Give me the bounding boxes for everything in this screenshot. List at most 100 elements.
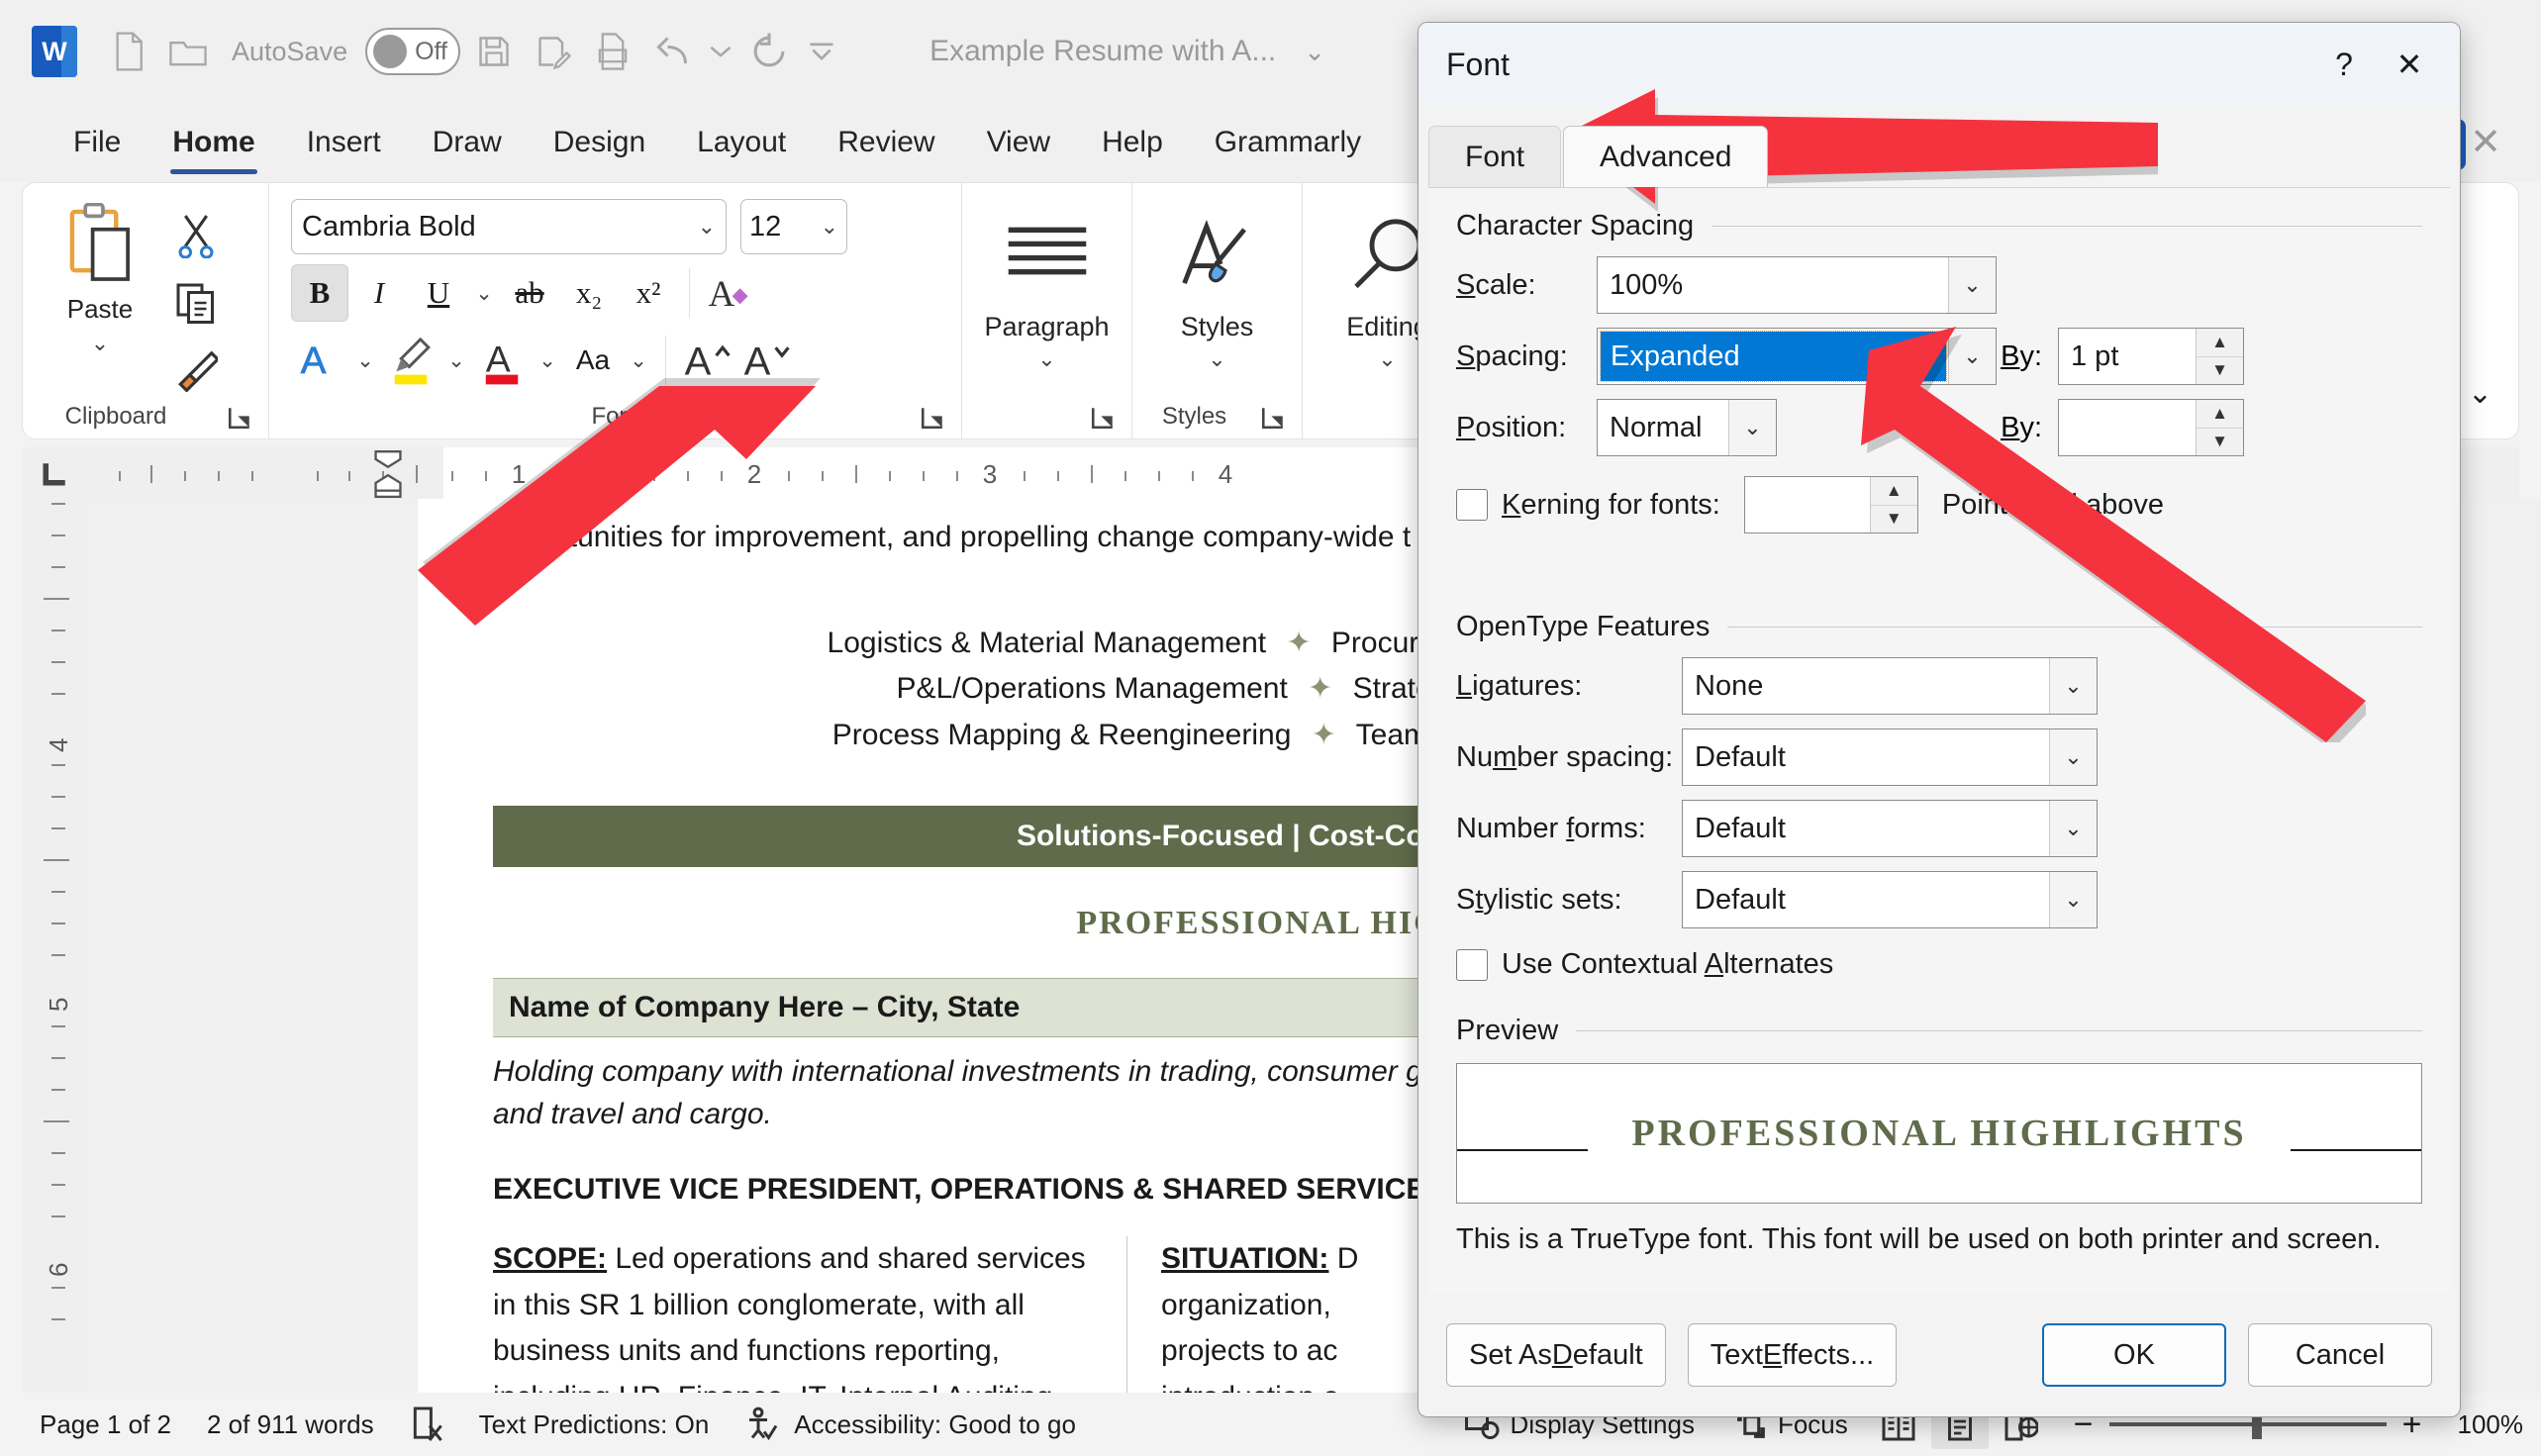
tab-stop-selector[interactable]: [22, 447, 89, 499]
tab-design[interactable]: Design: [528, 103, 671, 182]
undo-dropdown-icon[interactable]: [706, 26, 735, 77]
ribbon-group-styles[interactable]: Styles ⌄ Styles: [1131, 183, 1302, 438]
clipboard-dialog-launcher[interactable]: [227, 405, 252, 431]
tab-layout[interactable]: Layout: [671, 103, 812, 182]
underline-chevron-icon[interactable]: ⌄: [469, 264, 499, 322]
redo-icon[interactable]: [743, 26, 795, 77]
kerning-checkbox[interactable]: [1456, 489, 1488, 521]
contextual-alternates-checkbox[interactable]: [1456, 948, 1488, 981]
save-icon[interactable]: [468, 26, 520, 77]
autosave-toggle[interactable]: Off: [365, 28, 461, 75]
kerning-arrows[interactable]: ▲ ▼: [1869, 477, 1917, 533]
ligatures-chevron-down-icon[interactable]: ⌄: [2049, 658, 2097, 714]
text-highlight-chevron-icon[interactable]: ⌄: [350, 332, 380, 389]
scope-cell[interactable]: SCOPE: Led operations and shared service…: [493, 1236, 1126, 1393]
tab-file[interactable]: File: [48, 103, 147, 182]
change-case-button[interactable]: Aa: [564, 332, 622, 389]
spacing-combobox[interactable]: Expanded ⌄: [1597, 328, 1997, 385]
spin-down-icon[interactable]: ▼: [2197, 428, 2243, 455]
set-as-default-button[interactable]: Set As Default: [1446, 1323, 1666, 1387]
customize-qat-icon[interactable]: [803, 26, 840, 77]
help-icon[interactable]: ?: [2311, 36, 2377, 93]
bold-button[interactable]: B: [291, 264, 348, 322]
ligatures-combobox[interactable]: None ⌄: [1682, 657, 2098, 715]
ribbon-group-paragraph[interactable]: Paragraph ⌄: [961, 183, 1131, 438]
open-folder-icon[interactable]: [162, 26, 214, 77]
tab-font[interactable]: Font: [1428, 126, 1562, 187]
word-count[interactable]: 2 of 911 words: [189, 1409, 392, 1440]
spin-down-icon[interactable]: ▼: [2197, 356, 2243, 384]
position-by-arrows[interactable]: ▲ ▼: [2196, 400, 2243, 455]
position-chevron-down-icon[interactable]: ⌄: [1728, 400, 1776, 455]
italic-button[interactable]: I: [350, 264, 408, 322]
number-forms-chevron-down-icon[interactable]: ⌄: [2049, 801, 2097, 856]
close-window-button[interactable]: ✕: [2456, 115, 2515, 170]
number-spacing-combobox[interactable]: Default ⌄: [1682, 728, 2098, 786]
scale-combobox[interactable]: 100% ⌄: [1597, 256, 1997, 314]
spin-down-icon[interactable]: ▼: [1870, 505, 1917, 533]
copy-icon[interactable]: [165, 272, 227, 334]
close-icon[interactable]: ✕: [2377, 36, 2442, 93]
paste-chevron-icon[interactable]: ⌄: [91, 331, 109, 356]
position-by-spinner[interactable]: ▲ ▼: [2058, 399, 2244, 456]
document-title[interactable]: Example Resume with A...: [929, 35, 1276, 68]
vertical-ruler[interactable]: 4 5 6: [22, 499, 89, 1393]
editing-chevron-icon[interactable]: ⌄: [1378, 346, 1396, 372]
paragraph-chevron-icon[interactable]: ⌄: [1037, 346, 1055, 372]
spin-up-icon[interactable]: ▲: [1870, 477, 1917, 506]
tab-home[interactable]: Home: [147, 103, 280, 182]
ribbon-collapse-chevron-icon[interactable]: ⌄: [2468, 376, 2492, 411]
stylistic-sets-chevron-down-icon[interactable]: ⌄: [2049, 872, 2097, 927]
tab-grammarly[interactable]: Grammarly: [1189, 103, 1387, 182]
font-name-chevron-icon[interactable]: ⌄: [698, 214, 716, 240]
first-line-indent-marker[interactable]: [374, 449, 402, 474]
cut-icon[interactable]: [165, 205, 227, 266]
spacing-chevron-down-icon[interactable]: ⌄: [1948, 329, 1996, 384]
font-color-chevron-icon[interactable]: ⌄: [533, 332, 562, 389]
tab-insert[interactable]: Insert: [281, 103, 407, 182]
tab-review[interactable]: Review: [812, 103, 960, 182]
accessibility-status[interactable]: Accessibility: Good to go: [727, 1407, 1094, 1442]
stylistic-sets-combobox[interactable]: Default ⌄: [1682, 871, 2098, 928]
subscript-button[interactable]: x₂: [560, 264, 618, 322]
paste-button[interactable]: Paste ⌄: [41, 199, 159, 401]
kerning-spinner[interactable]: ▲ ▼: [1743, 476, 1918, 534]
grow-font-button[interactable]: A: [678, 332, 735, 389]
text-effects-button[interactable]: Text Effects...: [1687, 1323, 1898, 1387]
highlight-color-chevron-icon[interactable]: ⌄: [441, 332, 471, 389]
styles-chevron-icon[interactable]: ⌄: [1208, 346, 1225, 372]
font-color-button[interactable]: A: [473, 332, 531, 389]
styles-dialog-launcher[interactable]: [1260, 405, 1286, 431]
strikethrough-button[interactable]: ab: [501, 264, 558, 322]
text-highlight-button[interactable]: A: [291, 332, 348, 389]
format-painter-icon[interactable]: [165, 340, 227, 401]
superscript-button[interactable]: x²: [620, 264, 677, 322]
scale-chevron-down-icon[interactable]: ⌄: [1948, 257, 1996, 313]
tab-view[interactable]: View: [961, 103, 1076, 182]
save-as-icon[interactable]: [528, 26, 579, 77]
undo-icon[interactable]: [646, 26, 698, 77]
spacing-by-spinner[interactable]: 1 pt ▲ ▼: [2058, 328, 2244, 385]
number-forms-combobox[interactable]: Default ⌄: [1682, 800, 2098, 857]
spacing-by-arrows[interactable]: ▲ ▼: [2196, 329, 2243, 384]
text-predictions-status[interactable]: Text Predictions: On: [461, 1409, 728, 1440]
cancel-button[interactable]: Cancel: [2248, 1323, 2432, 1387]
text-effects-button[interactable]: A: [702, 264, 759, 322]
new-document-icon[interactable]: [103, 26, 154, 77]
change-case-chevron-icon[interactable]: ⌄: [624, 332, 653, 389]
position-combobox[interactable]: Normal ⌄: [1597, 399, 1777, 456]
zoom-track[interactable]: [2108, 1409, 2387, 1439]
spin-up-icon[interactable]: ▲: [2197, 400, 2243, 429]
paragraph-dialog-launcher[interactable]: [1090, 405, 1116, 431]
font-size-chevron-icon[interactable]: ⌄: [821, 214, 838, 240]
ok-button[interactable]: OK: [2042, 1323, 2226, 1387]
document-title-chevron-icon[interactable]: ⌄: [1304, 37, 1325, 67]
number-spacing-chevron-down-icon[interactable]: ⌄: [2049, 729, 2097, 785]
font-dialog-launcher[interactable]: [920, 405, 945, 431]
underline-button[interactable]: U: [410, 264, 467, 322]
print-preview-icon[interactable]: [587, 26, 638, 77]
font-name-input[interactable]: Cambria Bold ⌄: [291, 199, 727, 254]
shrink-font-button[interactable]: A: [737, 332, 795, 389]
tab-help[interactable]: Help: [1076, 103, 1189, 182]
font-size-input[interactable]: 12 ⌄: [740, 199, 847, 254]
